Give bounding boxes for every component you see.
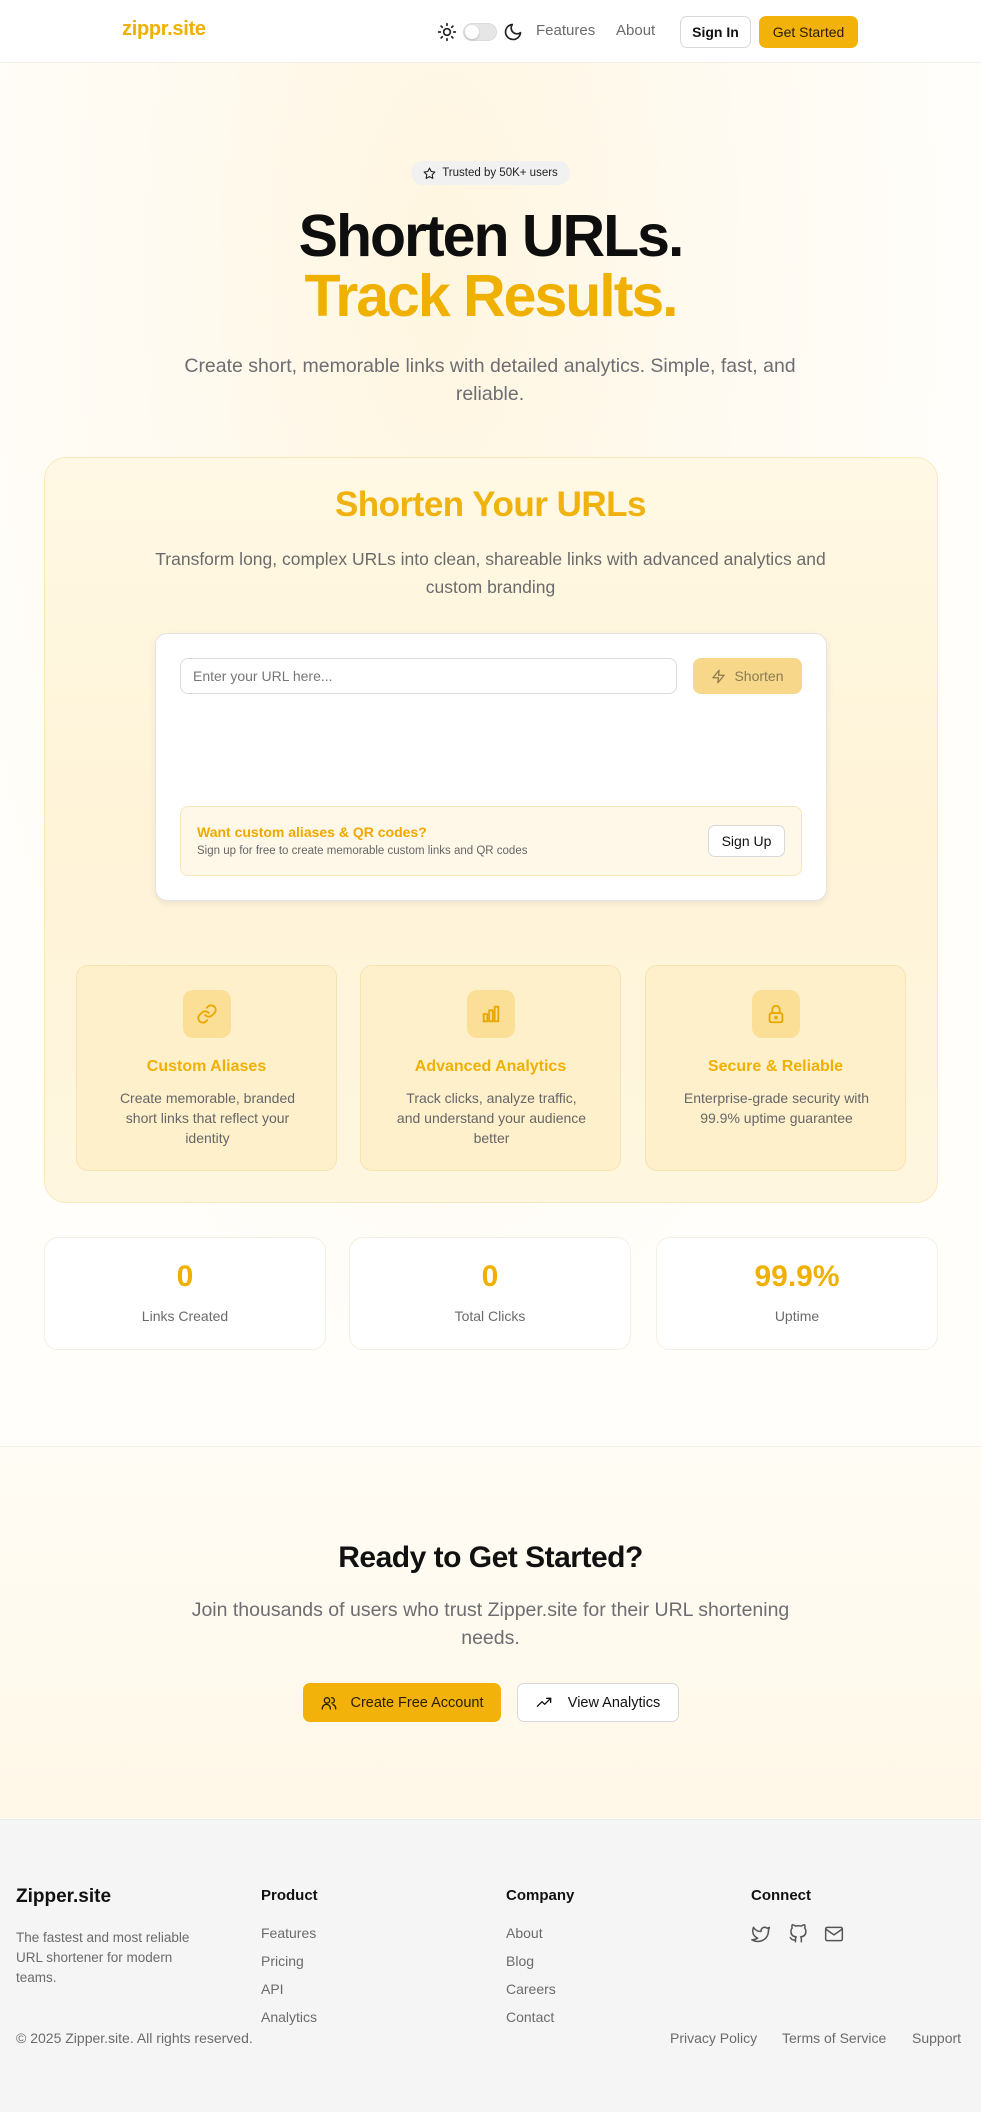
sign-in-button[interactable]: Sign In	[680, 16, 751, 48]
stat-card-links-created: 0 Links Created	[44, 1237, 326, 1350]
theme-toggle[interactable]	[463, 23, 497, 41]
footer-link-pricing[interactable]: Pricing	[261, 1953, 304, 1969]
footer-link-api[interactable]: API	[261, 1981, 284, 1997]
stat-label: Links Created	[141, 1308, 229, 1324]
moon-icon	[504, 23, 522, 41]
sign-up-button[interactable]: Sign Up	[708, 825, 785, 857]
hero-subtitle: Create short, memorable links with detai…	[184, 355, 796, 405]
feature-title: Custom Aliases	[146, 1058, 267, 1075]
view-analytics-label: View Analytics	[567, 1694, 661, 1711]
footer-heading-product: Product	[261, 1887, 318, 1904]
view-analytics-button[interactable]: View Analytics	[517, 1683, 679, 1722]
promo-text: Sign up for free to create memorable cus…	[197, 845, 528, 857]
stat-value: 0	[176, 1260, 194, 1293]
footer-link-careers[interactable]: Careers	[506, 1981, 556, 1997]
feature-card-custom-aliases: Custom Aliases Create memorable, branded…	[76, 965, 337, 1171]
footer-heading-company: Company	[506, 1887, 575, 1904]
cta-subtitle: Join thousands of users who trust Zipper…	[191, 1599, 790, 1649]
logo[interactable]: zippr.site	[122, 18, 206, 41]
trusted-badge: Trusted by 50K+ users	[411, 161, 570, 185]
feature-description: Create memorable, branded short links th…	[119, 1090, 296, 1146]
stat-value: 0	[481, 1260, 499, 1293]
lightning-icon	[712, 669, 726, 683]
feature-title: Advanced Analytics	[414, 1058, 567, 1075]
get-started-button[interactable]: Get Started	[759, 16, 858, 48]
url-input[interactable]	[180, 658, 677, 694]
promo-title: Want custom aliases & QR codes?	[197, 824, 427, 840]
star-icon	[423, 167, 436, 179]
nav-link-features[interactable]: Features	[536, 22, 595, 39]
cta-title: Ready to Get Started?	[338, 1541, 643, 1574]
footer-link-contact[interactable]: Contact	[506, 2009, 554, 2025]
sun-icon	[437, 22, 457, 42]
stat-label: Uptime	[774, 1308, 820, 1324]
trusted-badge-text: Trusted by 50K+ users	[442, 167, 558, 179]
feature-card-advanced-analytics: Advanced Analytics Track clicks, analyze…	[360, 965, 621, 1171]
footer-link-about[interactable]: About	[506, 1925, 543, 1941]
nav-link-about[interactable]: About	[616, 22, 655, 39]
stat-value: 99.9%	[754, 1260, 840, 1293]
shorten-button[interactable]: Shorten	[693, 658, 802, 694]
privacy-policy-link[interactable]: Privacy Policy	[670, 2030, 757, 2046]
footer-link-analytics[interactable]: Analytics	[261, 2009, 317, 2025]
copyright-text: © 2025 Zipper.site. All rights reserved.	[16, 2030, 253, 2046]
feature-icon-wrap	[467, 990, 515, 1038]
terms-of-service-link[interactable]: Terms of Service	[782, 2030, 886, 2046]
github-icon[interactable]	[788, 1924, 808, 1944]
feature-description: Track clicks, analyze traffic, and under…	[396, 1090, 587, 1146]
hero-title-line-1: Shorten URLs.	[298, 203, 685, 269]
footer-link-features[interactable]: Features	[261, 1925, 316, 1941]
footer-link-blog[interactable]: Blog	[506, 1953, 534, 1969]
shortener-title: Shorten Your URLs	[334, 485, 647, 524]
toggle-knob	[465, 25, 479, 39]
hero-title-line-2: Track Results.	[304, 263, 678, 329]
footer-heading-connect: Connect	[751, 1887, 811, 1904]
bar-chart-icon	[482, 1005, 500, 1023]
create-free-account-button[interactable]: Create Free Account	[303, 1683, 501, 1722]
stat-card-total-clicks: 0 Total Clicks	[349, 1237, 631, 1350]
feature-title: Secure & Reliable	[707, 1058, 844, 1075]
create-account-label: Create Free Account	[350, 1694, 484, 1711]
stat-card-uptime: 99.9% Uptime	[656, 1237, 938, 1350]
shortener-subtitle: Transform long, complex URLs into clean,…	[155, 549, 826, 597]
footer-brand: Zipper.site	[16, 1886, 112, 1907]
feature-icon-wrap	[752, 990, 800, 1038]
twitter-icon[interactable]	[751, 1924, 771, 1944]
feature-card-secure-reliable: Secure & Reliable Enterprise-grade secur…	[645, 965, 906, 1171]
stat-label: Total Clicks	[454, 1308, 526, 1324]
trending-up-icon	[536, 1697, 552, 1707]
support-link[interactable]: Support	[912, 2030, 961, 2046]
link-icon	[197, 1004, 217, 1024]
mail-icon[interactable]	[824, 1924, 844, 1944]
feature-icon-wrap	[183, 990, 231, 1038]
footer-tagline: The fastest and most reliable URL shorte…	[16, 1930, 190, 1985]
users-icon	[321, 1696, 336, 1710]
feature-description: Enterprise-grade security with 99.9% upt…	[683, 1090, 870, 1126]
lock-icon	[768, 1004, 784, 1024]
shorten-button-label: Shorten	[734, 668, 784, 684]
